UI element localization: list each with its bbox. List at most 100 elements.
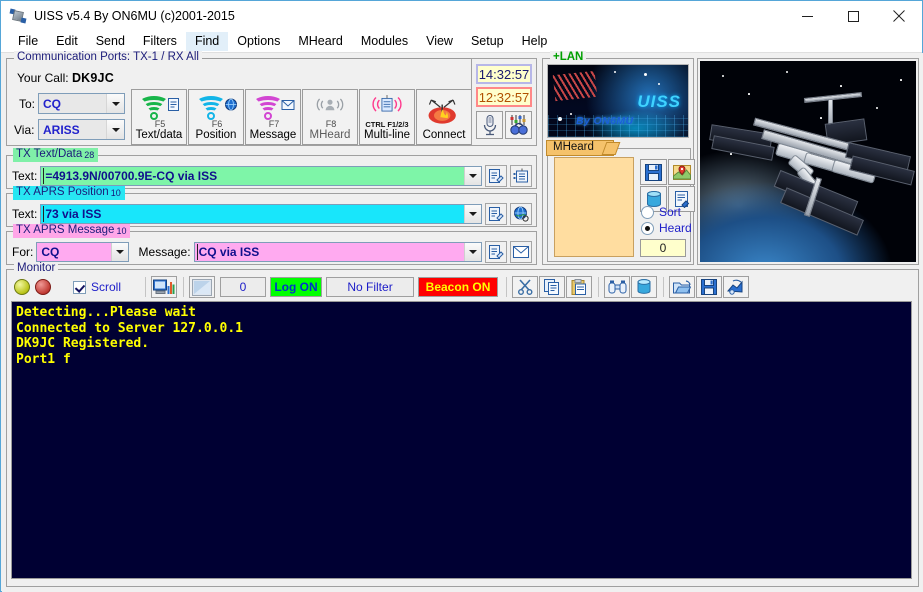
satellite-icon <box>9 8 27 24</box>
menu-send[interactable]: Send <box>87 32 134 51</box>
tx-position-globe-button[interactable] <box>510 203 532 225</box>
maximize-button[interactable] <box>830 1 876 31</box>
toolbar-separator <box>183 277 185 297</box>
via-combo[interactable]: ARISS <box>38 119 125 140</box>
text-caret <box>43 168 45 184</box>
tx-text-list-button[interactable] <box>510 165 532 187</box>
copy-button[interactable] <box>539 276 566 298</box>
tx-message-input[interactable]: CQ via ISS <box>193 242 482 262</box>
tx-message-value: CQ via ISS <box>198 245 260 259</box>
monitor-console[interactable]: Detecting...Please wait Connected to Ser… <box>11 301 912 579</box>
multi-line-icon: CTRL F1/2/3 <box>365 95 409 129</box>
paste-button[interactable] <box>566 276 593 298</box>
open-folder-icon <box>673 279 692 293</box>
connect-button[interactable]: Connect <box>416 89 472 145</box>
position-button[interactable]: F6 Position <box>188 89 244 145</box>
to-combo[interactable]: CQ <box>38 93 125 114</box>
chevron-down-icon[interactable] <box>110 243 128 261</box>
tx-aprs-position-label: Text: <box>12 207 38 221</box>
log-status-button[interactable]: Log ON <box>270 277 323 297</box>
scroll-checkbox[interactable]: Scroll <box>73 280 121 294</box>
mheard-list[interactable] <box>554 157 634 257</box>
tx-message-for-combo[interactable]: CQ <box>36 242 129 262</box>
console-line: Port1 f <box>16 351 71 367</box>
mheard-save-button[interactable] <box>640 159 667 185</box>
communication-ports-group: Communication Ports: TX-1 / RX All Your … <box>6 51 537 146</box>
uiss-author-text: By ON6MU <box>576 115 634 127</box>
menu-setup[interactable]: Setup <box>462 32 513 51</box>
beacon-status-button[interactable]: Beacon ON <box>418 277 499 297</box>
envelope-icon <box>513 246 529 258</box>
your-call-label: Your Call: <box>17 71 69 85</box>
monitor-database-button[interactable] <box>631 276 658 298</box>
monitor-chart-button[interactable] <box>151 276 178 298</box>
menu-modules[interactable]: Modules <box>352 32 417 51</box>
window-title: UISS v5.4 By ON6MU (c)2001-2015 <box>34 9 235 23</box>
document-icon <box>168 98 179 111</box>
via-label: Via: <box>14 123 35 137</box>
globe-icon <box>225 98 237 111</box>
tx-aprs-position-group: TX APRS Position 10 Text: 73 via ISS <box>6 186 537 227</box>
console-line: DK9JC Registered. <box>16 336 150 351</box>
tx-message-edit-button[interactable] <box>485 241 507 263</box>
map-pin-icon <box>672 164 691 180</box>
position-icon: F6 <box>194 95 238 129</box>
chart-icon <box>153 279 175 294</box>
menu-mheard[interactable]: MHeard <box>289 32 351 51</box>
tx-aprs-position-input[interactable]: 73 via ISS <box>40 204 482 224</box>
text-data-label: Text/data <box>135 129 183 141</box>
chevron-down-icon[interactable] <box>464 205 481 223</box>
chevron-down-icon[interactable] <box>106 94 124 113</box>
menu-options[interactable]: Options <box>228 32 289 51</box>
antenna-fire-icon <box>428 99 456 124</box>
mheard-panel: MHeard Sort Heard 0 <box>546 140 695 262</box>
tx-position-edit-button[interactable] <box>485 203 507 225</box>
paste-icon <box>571 279 587 295</box>
tx-text-edit-button[interactable] <box>485 165 507 187</box>
toolbar-separator <box>598 277 600 297</box>
menu-find[interactable]: Find <box>185 32 229 51</box>
uiss-logo-text: UISS <box>637 92 681 111</box>
led-yellow-indicator <box>14 279 30 295</box>
mheard-sort-radio[interactable]: Sort <box>641 205 681 219</box>
mheard-panel-title: MHeard <box>553 141 594 153</box>
message-button[interactable]: F7 Message <box>245 89 301 145</box>
close-button[interactable] <box>876 1 922 31</box>
screen-icon <box>192 278 213 296</box>
save-button[interactable] <box>696 276 723 298</box>
chevron-down-icon[interactable] <box>464 243 481 261</box>
minimize-button[interactable] <box>784 1 830 31</box>
broadcast-list-icon <box>372 95 402 112</box>
mheard-label: MHeard <box>309 129 351 141</box>
monitor-screen-button[interactable] <box>189 276 216 298</box>
cut-button[interactable] <box>512 276 539 298</box>
text-data-button[interactable]: F5 Text/data <box>131 89 187 145</box>
menu-edit[interactable]: Edit <box>47 32 87 51</box>
mheard-map-button[interactable] <box>668 159 695 185</box>
filter-status-button[interactable]: No Filter <box>326 277 415 297</box>
print-preview-button[interactable] <box>723 276 750 298</box>
sound-settings-button[interactable] <box>505 111 532 139</box>
multi-line-button[interactable]: CTRL F1/2/3 Multi-line <box>359 89 415 145</box>
tx-aprs-message-row: For: CQ Message: CQ via ISS <box>12 241 532 263</box>
menu-filters[interactable]: Filters <box>134 32 186 51</box>
tx-message-send-button[interactable] <box>510 241 532 263</box>
find-button[interactable] <box>604 276 631 298</box>
open-button[interactable] <box>669 276 696 298</box>
menu-file[interactable]: File <box>9 32 47 51</box>
chevron-down-icon[interactable] <box>106 120 124 139</box>
menu-help[interactable]: Help <box>513 32 557 51</box>
tx-text-data-value: =4913.9N/00700.9E-CQ via ISS <box>45 169 218 183</box>
iss-truss-upper <box>803 91 863 104</box>
uiss-banner: UISS By ON6MU <box>547 64 689 138</box>
microphone-button[interactable] <box>476 111 503 139</box>
menu-view[interactable]: View <box>417 32 462 51</box>
tx-message-for-value: CQ <box>41 245 60 259</box>
mheard-button[interactable]: F8 MHeard <box>302 89 358 145</box>
mheard-heard-radio[interactable]: Heard <box>641 221 692 235</box>
toolbar-separator <box>663 277 665 297</box>
tx-text-data-input[interactable]: =4913.9N/00700.9E-CQ via ISS <box>40 166 482 186</box>
text-data-icon: F5 <box>137 95 181 129</box>
save-icon <box>701 279 718 295</box>
chevron-down-icon[interactable] <box>464 167 481 185</box>
